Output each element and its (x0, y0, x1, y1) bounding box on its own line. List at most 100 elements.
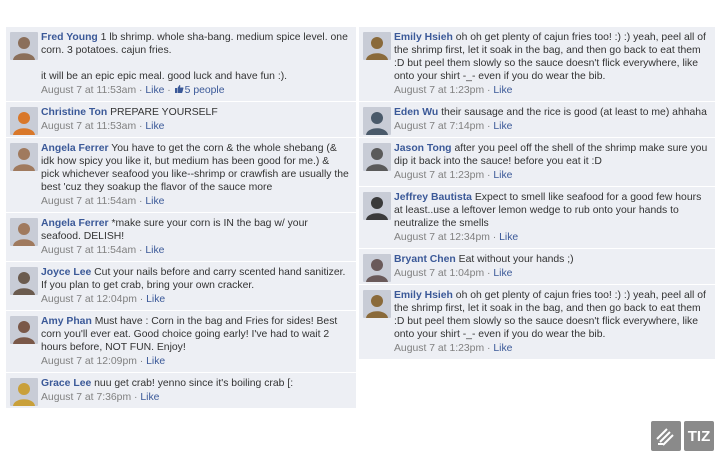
avatar[interactable] (10, 378, 38, 406)
comment-meta: August 7 at 1:23pm · Like (394, 169, 709, 182)
avatar[interactable] (363, 32, 391, 60)
comment-meta: August 7 at 1:04pm · Like (394, 267, 709, 280)
right-comment-column: Emily Hsieh oh oh get plenty of cajun fr… (359, 27, 715, 395)
comment-body: Jeffrey Bautista Expect to smell like se… (394, 191, 709, 230)
like-link[interactable]: Like (145, 196, 164, 207)
comment-body: Emily Hsieh oh oh get plenty of cajun fr… (394, 289, 709, 341)
like-link[interactable]: Like (493, 170, 512, 181)
comment-meta: August 7 at 12:04pm · Like (41, 293, 350, 306)
comment-timestamp[interactable]: August 7 at 11:53am (41, 85, 136, 96)
avatar[interactable] (363, 107, 391, 135)
meta-separator: · (136, 245, 146, 256)
comment-author-link[interactable]: Amy Phan (41, 316, 92, 327)
comment-meta: August 7 at 7:36pm · Like (41, 391, 350, 404)
comment-author-link[interactable]: Emily Hsieh (394, 32, 453, 43)
comment-author-link[interactable]: Christine Ton (41, 107, 107, 118)
avatar[interactable] (10, 32, 38, 60)
meta-separator: · (489, 232, 500, 243)
like-link[interactable]: Like (493, 343, 512, 354)
comment-item: Bryant Chen Eat without your hands ;) Aug… (359, 249, 715, 285)
comment-timestamp[interactable]: August 7 at 7:36pm (41, 392, 131, 403)
comment-meta: August 7 at 12:34pm · Like (394, 231, 709, 244)
meta-separator: · (484, 85, 494, 96)
comment-text: their sausage and the rice is good (at l… (441, 107, 707, 118)
like-link[interactable]: Like (493, 85, 512, 96)
comment-timestamp[interactable]: August 7 at 12:34pm (394, 232, 490, 243)
comment-author-link[interactable]: Emily Hsieh (394, 290, 453, 301)
comment-item: Emily Hsieh oh oh get plenty of cajun fr… (359, 285, 715, 360)
comment-item: Grace Lee nuu get crab! yenno since it's… (6, 373, 356, 409)
comment-timestamp[interactable]: August 7 at 1:04pm (394, 268, 484, 279)
comment-item: Emily Hsieh oh oh get plenty of cajun fr… (359, 27, 715, 102)
comment-author-link[interactable]: Grace Lee (41, 378, 91, 389)
comment-body: Angela Ferrer *make sure your corn is IN… (41, 217, 350, 243)
avatar[interactable] (10, 267, 38, 295)
avatar[interactable] (363, 254, 391, 282)
comment-author-link[interactable]: Angela Ferrer (41, 143, 109, 154)
comment-timestamp[interactable]: August 7 at 11:53am (41, 121, 136, 132)
comment-body: Eden Wu their sausage and the rice is go… (394, 106, 709, 119)
thumbs-up-icon (174, 85, 185, 96)
like-link[interactable]: Like (145, 245, 164, 256)
avatar[interactable] (363, 290, 391, 318)
comment-timestamp[interactable]: August 7 at 12:09pm (41, 356, 137, 367)
comment-body: Bryant Chen Eat without your hands ;) (394, 253, 709, 266)
comment-meta: August 7 at 11:54am · Like (41, 244, 350, 257)
like-link[interactable]: Like (146, 294, 165, 305)
comment-meta: August 7 at 12:09pm · Like (41, 355, 350, 368)
comment-timestamp[interactable]: August 7 at 11:54am (41, 196, 136, 207)
comment-author-link[interactable]: Bryant Chen (394, 254, 456, 265)
comment-body: Emily Hsieh oh oh get plenty of cajun fr… (394, 31, 709, 83)
comment-author-link[interactable]: Eden Wu (394, 107, 438, 118)
like-link[interactable]: Like (145, 85, 164, 96)
meta-separator: · (136, 121, 146, 132)
comment-timestamp[interactable]: August 7 at 12:04pm (41, 294, 137, 305)
meta-separator: · (131, 392, 141, 403)
comment-author-link[interactable]: Jason Tong (394, 143, 452, 154)
comment-author-link[interactable]: Fred Young (41, 32, 98, 43)
comment-author-link[interactable]: Angela Ferrer (41, 218, 109, 229)
avatar[interactable] (10, 107, 38, 135)
watermark-text: TIZ (684, 421, 714, 451)
comment-item: Eden Wu their sausage and the rice is go… (359, 102, 715, 138)
likes-count-link[interactable]: 5 people (174, 85, 225, 96)
comment-item: Jason Tong after you peel off the shell … (359, 138, 715, 187)
avatar[interactable] (10, 143, 38, 171)
meta-separator: · (136, 196, 146, 207)
comment-body: Angela Ferrer You have to get the corn &… (41, 142, 350, 194)
comment-body: Grace Lee nuu get crab! yenno since it's… (41, 377, 350, 390)
comment-meta: August 7 at 1:23pm · Like (394, 84, 709, 97)
like-link[interactable]: Like (493, 121, 512, 132)
like-link[interactable]: Like (493, 268, 512, 279)
avatar[interactable] (10, 218, 38, 246)
comment-meta: August 7 at 1:23pm · Like (394, 342, 709, 355)
left-comment-column: Fred Young 1 lb shrimp. whole sha-bang. … (6, 27, 356, 409)
comment-timestamp[interactable]: August 7 at 7:14pm (394, 121, 484, 132)
comment-meta: August 7 at 11:54am · Like (41, 195, 350, 208)
comment-timestamp[interactable]: August 7 at 11:54am (41, 245, 136, 256)
comment-author-link[interactable]: Joyce Lee (41, 267, 91, 278)
comment-item: Amy Phan Must have : Corn in the bag and… (6, 311, 356, 373)
like-link[interactable]: Like (146, 356, 165, 367)
comment-timestamp[interactable]: August 7 at 1:23pm (394, 170, 484, 181)
meta-separator: · (484, 121, 494, 132)
like-link[interactable]: Like (145, 121, 164, 132)
comment-meta: August 7 at 11:53am · Like · 5 people (41, 84, 350, 97)
meta-separator: · (136, 294, 147, 305)
comment-timestamp[interactable]: August 7 at 1:23pm (394, 343, 484, 354)
comment-timestamp[interactable]: August 7 at 1:23pm (394, 85, 484, 96)
avatar[interactable] (10, 316, 38, 344)
likes-count-label: 5 people (184, 85, 225, 96)
comment-author-link[interactable]: Jeffrey Bautista (394, 192, 472, 203)
like-link[interactable]: Like (499, 232, 518, 243)
comment-meta: August 7 at 7:14pm · Like (394, 120, 709, 133)
comment-item: Christine Ton PREPARE YOURSELF August 7 a… (6, 102, 356, 138)
like-link[interactable]: Like (140, 392, 159, 403)
comments-screenshot: Fred Young 1 lb shrimp. whole sha-bang. … (0, 0, 720, 459)
comment-item: Angela Ferrer You have to get the corn &… (6, 138, 356, 213)
comment-item: Joyce Lee Cut your nails before and carr… (6, 262, 356, 311)
avatar[interactable] (363, 192, 391, 220)
meta-separator: · (164, 85, 174, 96)
comment-item: Angela Ferrer *make sure your corn is IN… (6, 213, 356, 262)
avatar[interactable] (363, 143, 391, 171)
